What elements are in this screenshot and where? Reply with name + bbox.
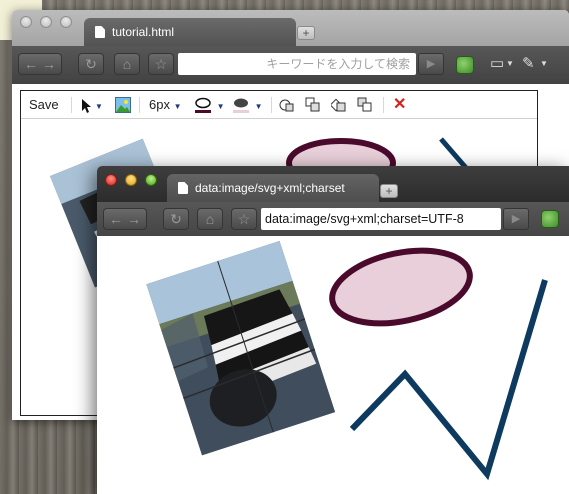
address-bar[interactable]: data:image/svg+xml;charset=UTF-8 (261, 208, 501, 230)
select-tool-caret[interactable]: ▼ (95, 91, 103, 119)
back-titlebar[interactable]: tutorial.html + (12, 10, 569, 46)
new-tab-button[interactable]: + (380, 184, 398, 198)
back-arrow-icon[interactable]: ← (24, 56, 38, 72)
back-forward-buttons[interactable]: ← → (18, 53, 62, 75)
zoom-icon[interactable] (60, 16, 72, 28)
star-icon: ☆ (154, 56, 168, 72)
zoom-icon[interactable] (145, 174, 157, 186)
fill-color-icon (233, 98, 249, 113)
tab-title: tutorial.html (112, 25, 175, 39)
close-icon[interactable] (20, 16, 32, 28)
rendered-svg-page (97, 236, 569, 494)
select-tool-button[interactable] (79, 91, 95, 119)
home-icon: ⌂ (205, 211, 215, 227)
wrench-menu-caret-icon[interactable]: ▼ (540, 59, 548, 68)
tab-title: data:image/svg+xml;charset (195, 181, 345, 195)
forward-arrow-icon[interactable]: → (42, 56, 56, 72)
send-backward-icon (305, 97, 320, 112)
page-menu-caret-icon[interactable]: ▼ (506, 59, 514, 68)
delete-button[interactable]: ✕ (393, 91, 406, 119)
close-icon[interactable] (105, 174, 117, 186)
back-arrow-icon[interactable]: ← (109, 211, 123, 227)
reload-icon: ↻ (170, 211, 182, 227)
toolbar-divider (271, 97, 272, 113)
save-button[interactable]: Save (29, 91, 59, 119)
forward-arrow-icon[interactable]: → (127, 211, 141, 227)
chevron-down-icon: ▼ (173, 102, 182, 111)
home-button[interactable]: ⌂ (114, 53, 140, 75)
chevron-down-icon: ▼ (254, 102, 263, 111)
front-titlebar[interactable]: data:image/svg+xml;charset + (97, 166, 569, 202)
fill-color-select[interactable]: ▼ (231, 91, 263, 119)
evernote-icon[interactable] (541, 210, 559, 228)
minimize-icon[interactable] (125, 174, 137, 186)
back-forward-buttons[interactable]: ← → (103, 208, 147, 230)
home-icon: ⌂ (122, 56, 132, 72)
editor-toolbar: Save ▼ 6px ▼ ▼ ▼ ✕ (21, 91, 537, 119)
send-to-back-button[interactable] (357, 97, 373, 113)
new-tab-button[interactable]: + (297, 26, 315, 40)
cursor-icon (82, 99, 91, 113)
stroke-width-value: 6px (149, 97, 170, 112)
tab-tutorial[interactable]: tutorial.html (84, 18, 296, 46)
document-icon (95, 26, 105, 38)
image-icon (115, 97, 131, 113)
document-icon (178, 182, 188, 194)
ellipse-shape (329, 247, 473, 327)
address-bar[interactable]: キーワードを入力して検索 (178, 53, 416, 75)
polyline-shape[interactable] (439, 137, 469, 171)
front-browser-window[interactable]: data:image/svg+xml;charset + ← → ↻ ⌂ ☆ d… (97, 166, 569, 494)
bring-to-front-button[interactable] (331, 97, 347, 113)
chevron-down-icon: ▼ (216, 102, 225, 111)
bring-to-front-icon (331, 98, 346, 112)
toolbar-divider (383, 97, 384, 113)
stroke-color-select[interactable]: ▼ (193, 91, 225, 119)
toolbar-divider (139, 97, 140, 113)
bookmark-button[interactable]: ☆ (231, 208, 257, 230)
send-backward-button[interactable] (305, 97, 321, 113)
go-button[interactable]: ▶ (503, 208, 529, 230)
front-toolbar: ← → ↻ ⌂ ☆ data:image/svg+xml;charset=UTF… (97, 202, 569, 236)
evernote-icon[interactable] (456, 56, 474, 74)
tab-svg-data[interactable]: data:image/svg+xml;charset (167, 174, 379, 202)
send-to-back-icon (357, 97, 372, 112)
reload-button[interactable]: ↻ (78, 53, 104, 75)
bring-forward-icon (279, 99, 294, 112)
wrench-icon[interactable]: ✎ (522, 54, 535, 72)
zebra-photo (146, 240, 336, 456)
toolbar-divider (71, 97, 72, 113)
bring-forward-button[interactable] (279, 97, 295, 113)
reload-button[interactable]: ↻ (163, 208, 189, 230)
bookmark-button[interactable]: ☆ (148, 53, 174, 75)
page-menu-icon[interactable]: ▭ (490, 54, 504, 72)
chevron-down-icon: ▼ (95, 102, 103, 111)
rendered-svg (146, 240, 548, 481)
image-tool-button[interactable] (115, 97, 131, 113)
reload-icon: ↻ (85, 56, 97, 72)
home-button[interactable]: ⌂ (197, 208, 223, 230)
stroke-width-select[interactable]: 6px ▼ (149, 91, 182, 119)
minimize-icon[interactable] (40, 16, 52, 28)
back-toolbar: ← → ↻ ⌂ ☆ キーワードを入力して検索 ▶ ▭ ▼ ✎ ▼ (12, 46, 569, 84)
star-icon: ☆ (237, 211, 251, 227)
go-button[interactable]: ▶ (418, 53, 444, 75)
stroke-color-icon (195, 97, 211, 113)
